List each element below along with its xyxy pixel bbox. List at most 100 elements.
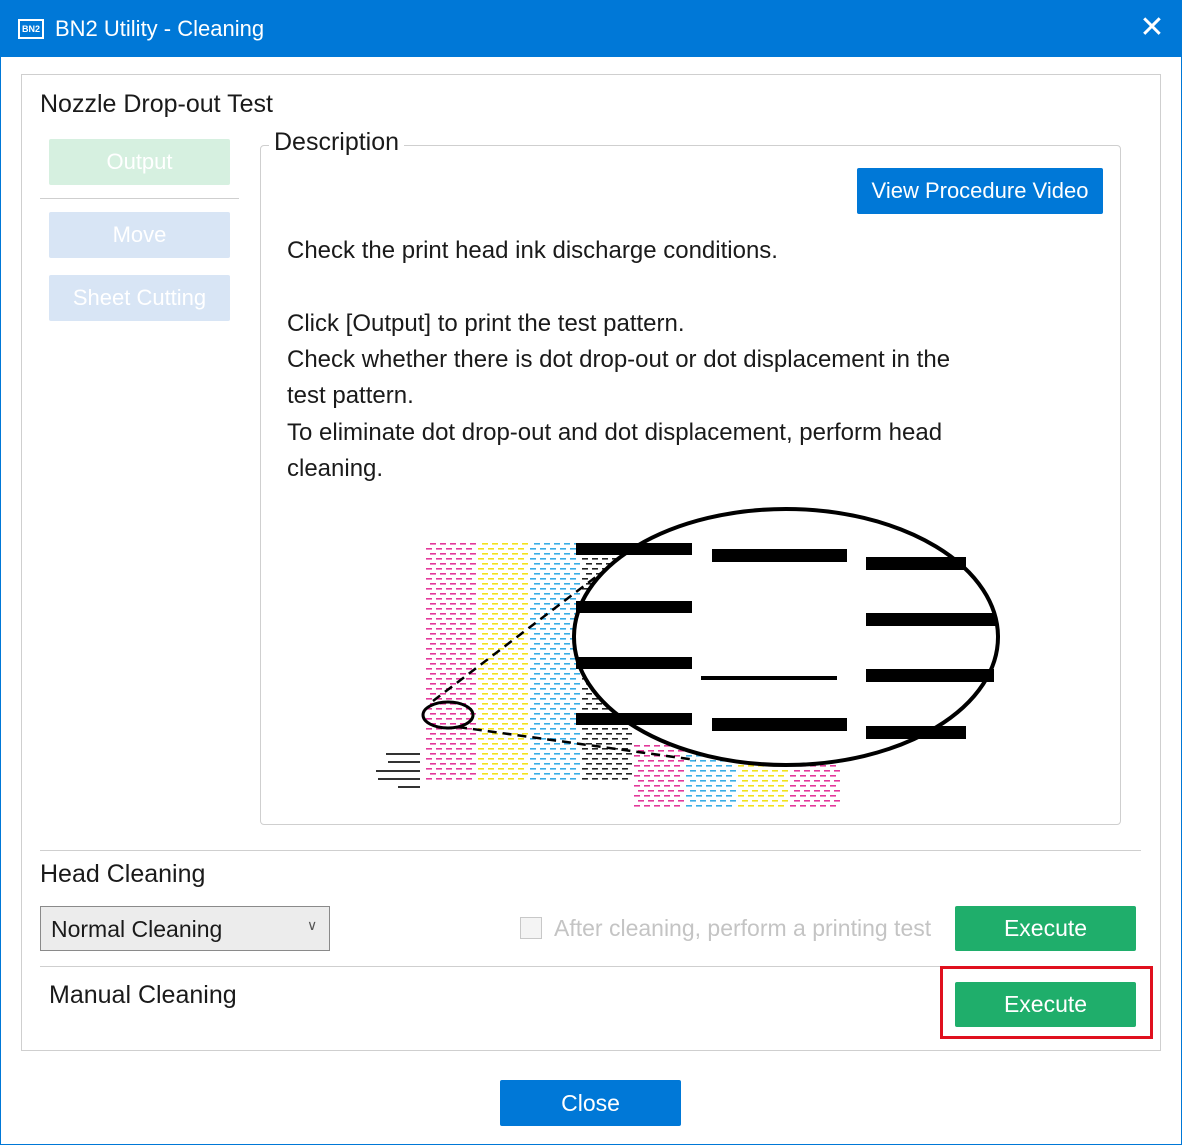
head-cleaning-execute-button[interactable]: Execute xyxy=(955,906,1136,951)
pattern-dash xyxy=(446,718,452,720)
title-bar[interactable]: BN2 BN2 Utility - Cleaning ✕ xyxy=(1,1,1181,57)
pattern-dash xyxy=(492,623,498,625)
highlight-box xyxy=(940,966,1153,1039)
pattern-dash xyxy=(586,573,592,575)
pattern-dash xyxy=(488,578,494,580)
pattern-dash xyxy=(522,763,528,765)
pattern-dash xyxy=(534,753,540,755)
pattern-dash xyxy=(730,780,736,782)
pattern-dash xyxy=(460,633,466,635)
pattern-dash xyxy=(478,568,484,570)
pattern-dash xyxy=(440,593,446,595)
pattern-dash xyxy=(492,683,498,685)
pattern-dash xyxy=(690,760,696,762)
pattern-dash xyxy=(450,733,456,735)
pattern-dash xyxy=(742,800,748,802)
pattern-dash xyxy=(430,623,436,625)
pattern-dash xyxy=(648,790,654,792)
pattern-dash xyxy=(456,628,462,630)
output-button[interactable]: Output xyxy=(49,139,230,185)
pattern-dash xyxy=(518,648,524,650)
pattern-dash xyxy=(488,568,494,570)
pattern-dash xyxy=(644,785,650,787)
pattern-dash xyxy=(518,758,524,760)
pattern-dash xyxy=(550,628,556,630)
pattern-dash xyxy=(456,778,462,780)
pattern-dash xyxy=(560,558,566,560)
pattern-dash xyxy=(830,765,836,767)
pattern-dash xyxy=(550,688,556,690)
pattern-dash xyxy=(488,778,494,780)
pattern-dash xyxy=(550,668,556,670)
pattern-dash xyxy=(426,618,432,620)
after-cleaning-test-checkbox[interactable] xyxy=(520,917,542,939)
pattern-dash xyxy=(564,573,570,575)
pattern-dash xyxy=(502,563,508,565)
sheet-cutting-button[interactable]: Sheet Cutting xyxy=(49,275,230,321)
pattern-dash xyxy=(482,693,488,695)
pattern-dash xyxy=(430,553,436,555)
pattern-dash xyxy=(540,668,546,670)
pattern-dash xyxy=(550,588,556,590)
pattern-dash xyxy=(466,738,472,740)
pattern-dash xyxy=(456,758,462,760)
pattern-dash xyxy=(560,548,566,550)
pattern-dash xyxy=(738,765,744,767)
pattern-dash xyxy=(574,673,580,675)
pattern-dash xyxy=(596,763,602,765)
window-close-icon[interactable]: ✕ xyxy=(1127,5,1177,53)
pattern-dash xyxy=(488,758,494,760)
move-button[interactable]: Move xyxy=(49,212,230,258)
pattern-dash xyxy=(564,763,570,765)
pattern-dash xyxy=(498,558,504,560)
pattern-dash xyxy=(544,763,550,765)
pattern-dash xyxy=(470,643,476,645)
close-button[interactable]: Close xyxy=(500,1080,681,1126)
view-procedure-video-button[interactable]: View Procedure Video xyxy=(857,168,1103,214)
pattern-dash xyxy=(544,773,550,775)
pattern-dash xyxy=(530,668,536,670)
pattern-dash xyxy=(612,768,618,770)
pattern-dash xyxy=(824,770,830,772)
pattern-dash xyxy=(570,608,576,610)
pattern-dash xyxy=(534,583,540,585)
pattern-dash xyxy=(498,778,504,780)
cleaning-mode-select[interactable]: Normal Cleaning ∨ xyxy=(40,906,330,951)
pattern-dash xyxy=(574,593,580,595)
pattern-dash xyxy=(488,608,494,610)
pattern-dash xyxy=(772,790,778,792)
pattern-dash xyxy=(446,578,452,580)
pattern-dash xyxy=(522,683,528,685)
pattern-dash xyxy=(508,608,514,610)
pattern-dash xyxy=(550,638,556,640)
pattern-dash xyxy=(654,775,660,777)
pattern-dash xyxy=(436,598,442,600)
pattern-dash xyxy=(508,678,514,680)
pattern-dash xyxy=(498,678,504,680)
pattern-dash xyxy=(678,790,684,792)
pattern-dash xyxy=(492,643,498,645)
pattern-dash xyxy=(674,765,680,767)
pattern-dash xyxy=(498,608,504,610)
pattern-dash xyxy=(488,768,494,770)
pattern-dash xyxy=(554,553,560,555)
pattern-dash xyxy=(648,770,654,772)
pattern-dash xyxy=(446,608,452,610)
pattern-dash xyxy=(612,758,618,760)
pattern-dash xyxy=(570,548,576,550)
pattern-dash xyxy=(720,790,726,792)
pattern-dash xyxy=(450,553,456,555)
pattern-dash xyxy=(570,578,576,580)
pattern-dash xyxy=(440,603,446,605)
pattern-dash xyxy=(540,558,546,560)
pattern-dash xyxy=(554,723,560,725)
pattern-dash xyxy=(668,800,674,802)
pattern-dash xyxy=(564,673,570,675)
pattern-dash xyxy=(482,763,488,765)
pattern-dash xyxy=(530,648,536,650)
pattern-dash xyxy=(554,663,560,665)
pattern-dash xyxy=(502,603,508,605)
pattern-dash xyxy=(544,683,550,685)
pattern-dash xyxy=(560,588,566,590)
pattern-dash xyxy=(482,603,488,605)
